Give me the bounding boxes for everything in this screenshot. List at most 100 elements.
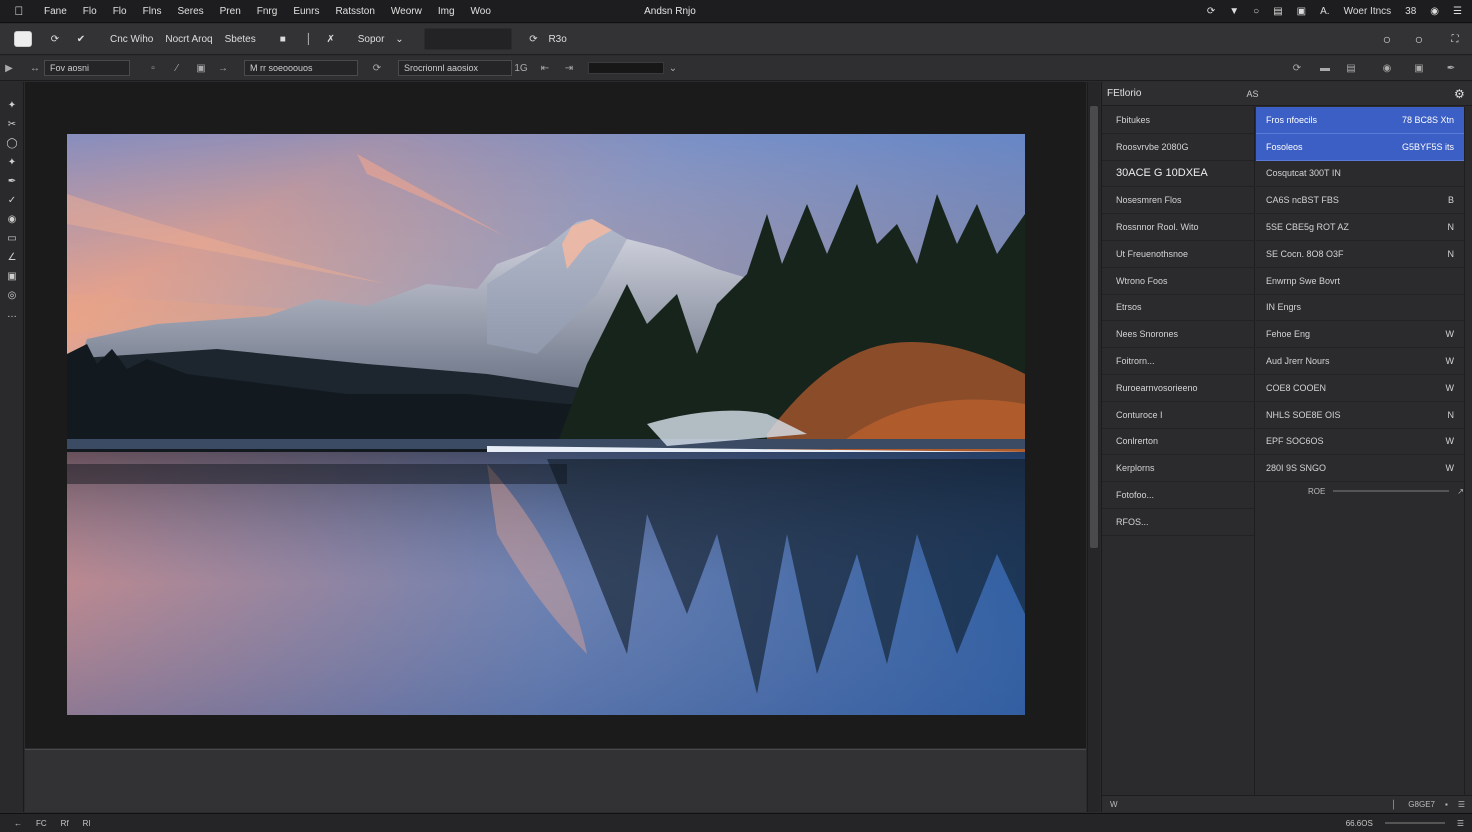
list-item[interactable]: Wtrono Foos	[1102, 268, 1254, 295]
toolbar-label-3[interactable]: Sbetes	[221, 28, 260, 50]
menu-item-6[interactable]: Pren	[220, 6, 241, 17]
property-row-selected[interactable]: Fosoleos G5BYF5S its	[1256, 133, 1464, 161]
status-arrow-icon[interactable]: ←	[14, 819, 22, 828]
refresh-button[interactable]: ⟳	[44, 28, 66, 50]
opt-arrow-icon[interactable]: →	[214, 63, 232, 74]
dropdown-chevron-icon[interactable]: ⌄	[388, 28, 410, 50]
property-row[interactable]: SE Cocn. 8O8 O3F N	[1256, 241, 1464, 268]
pen-button[interactable]: ✔	[70, 28, 92, 50]
toolbar-label-5[interactable]: R3o	[544, 28, 570, 50]
menu-item-8[interactable]: Eunrs	[293, 6, 319, 17]
wand-tool-icon[interactable]: ✦	[0, 153, 24, 172]
opt-number[interactable]: 1G	[512, 63, 530, 74]
gear-icon[interactable]: ⚙	[1454, 88, 1466, 100]
toolbar-label-4[interactable]: Sopor	[354, 28, 389, 50]
property-row[interactable]: Fehoe Eng W	[1256, 321, 1464, 349]
menu-item-10[interactable]: Weorw	[391, 6, 422, 17]
list-item[interactable]: Fotofoo...	[1102, 482, 1254, 509]
menu-item-2[interactable]: Flo	[83, 6, 97, 17]
property-row[interactable]: Aud Jrerr Nours W	[1256, 348, 1464, 375]
divider-button[interactable]: │	[298, 28, 320, 50]
list-item[interactable]: Etrsos	[1102, 295, 1254, 322]
lasso-tool-icon[interactable]: ◯	[0, 134, 24, 153]
scrollbar-thumb[interactable]	[1090, 106, 1098, 548]
window-icon[interactable]: ▤	[1273, 6, 1282, 17]
list-item[interactable]: Nees Snorones	[1102, 321, 1254, 349]
vertical-scrollbar[interactable]	[1087, 82, 1100, 812]
list-item[interactable]: Kerplorns	[1102, 455, 1254, 483]
status-menu-icon[interactable]: ☰	[1457, 819, 1464, 828]
menu-item-12[interactable]: Woo	[471, 6, 491, 17]
opt-window-icon[interactable]: ▤	[1342, 63, 1360, 74]
brush-tool-icon[interactable]: ✒	[0, 172, 24, 191]
circle-button-2[interactable]: ○	[1408, 28, 1430, 50]
property-row[interactable]: IN Engrs	[1256, 295, 1464, 322]
footer-menu-icon[interactable]: ☰	[1458, 800, 1465, 809]
property-row[interactable]: Enwrnp Swe Bovrt	[1256, 268, 1464, 295]
opt-align-icon[interactable]: ⇤	[536, 63, 554, 74]
circle-icon[interactable]: ○	[1253, 6, 1259, 17]
opt-distribute-icon[interactable]: ⇥	[560, 63, 578, 74]
opt-small-icon-1[interactable]: ▫	[144, 63, 162, 74]
menu-item-4[interactable]: Flns	[143, 6, 162, 17]
zoom-slider[interactable]	[1384, 822, 1445, 824]
property-row[interactable]: NHLS SOE8E OIS N	[1256, 402, 1464, 429]
canvas-area[interactable]	[25, 82, 1086, 748]
property-row[interactable]: 5SE CBE5g ROT AZ N	[1256, 214, 1464, 241]
panel-slider[interactable]: ROE ↗	[1256, 482, 1464, 500]
menu-item-9[interactable]: Ratsston	[335, 6, 374, 17]
opt-layers-icon[interactable]: ▣	[1410, 63, 1428, 74]
opt-target-icon[interactable]: ◉	[1378, 63, 1396, 74]
sync-icon[interactable]: ⟳	[1207, 6, 1215, 17]
circle-button-1[interactable]: ○	[1376, 28, 1398, 50]
list-item[interactable]: Foitrorn...	[1102, 348, 1254, 375]
list-item[interactable]: Conturoce I	[1102, 402, 1254, 429]
menu-item-7[interactable]: Fnrg	[257, 6, 278, 17]
menu-item-3[interactable]: Flo	[113, 6, 127, 17]
slider-track[interactable]	[1333, 490, 1450, 493]
property-row[interactable]: COE8 COOEN W	[1256, 375, 1464, 402]
crop-tool-icon[interactable]: ✂	[0, 115, 24, 134]
property-row[interactable]: CA6S ncBST FBS B	[1256, 187, 1464, 215]
opt-link-icon[interactable]: ⟳	[1288, 63, 1306, 74]
list-item[interactable]: Fbitukes	[1102, 107, 1254, 134]
list-item[interactable]: Rossnnor Rool. Wito	[1102, 214, 1254, 241]
options-color-swatch[interactable]	[588, 62, 664, 74]
property-row-selected[interactable]: Fros nfoecils 78 BC8S Xtn	[1256, 107, 1464, 134]
property-row[interactable]: Cosqutcat 300T IN	[1256, 161, 1464, 188]
pen-tool-icon[interactable]: ∠	[0, 248, 24, 267]
options-field-2[interactable]: M rr soeooouos	[244, 60, 358, 76]
apple-icon[interactable]: 	[12, 4, 26, 18]
opt-brush-icon[interactable]: ✒	[1442, 63, 1460, 74]
display-icon[interactable]: ▣	[1297, 6, 1306, 17]
opt-dash-icon[interactable]: ▬	[1316, 63, 1334, 74]
menu-item-5[interactable]: Seres	[178, 6, 204, 17]
resize-icon[interactable]: ↗	[1457, 487, 1464, 496]
swap-icon[interactable]: ↔	[26, 63, 44, 74]
brush-button[interactable]: ✗	[320, 28, 342, 50]
status-item-3[interactable]: Rl	[83, 819, 91, 828]
expand-button[interactable]: ⛶	[1444, 28, 1466, 50]
toolbar-label-1[interactable]: Cnc Wiho	[106, 28, 157, 50]
list-item[interactable]: Nosesmren Flos	[1102, 187, 1254, 215]
document-button[interactable]	[10, 28, 36, 50]
status-text-b[interactable]: Woer Itncs	[1344, 6, 1392, 17]
menu-item-1[interactable]: Fane	[44, 6, 67, 17]
list-item[interactable]: RFOS...	[1102, 509, 1254, 536]
move-tool-icon[interactable]: ✦	[0, 96, 24, 115]
opt-refresh-icon[interactable]: ⟳	[368, 63, 386, 74]
list-item[interactable]: Ruroearnvosorieeno	[1102, 375, 1254, 402]
stamp-tool-icon[interactable]: ◉	[0, 210, 24, 229]
footer-trash-icon[interactable]: ▪	[1445, 800, 1448, 809]
status-item-1[interactable]: FC	[36, 819, 47, 828]
text-tool-icon[interactable]: ▣	[0, 267, 24, 286]
control-center-icon[interactable]: ◉	[1430, 6, 1439, 17]
filter-icon[interactable]: ▼	[1229, 6, 1239, 17]
toolbar-color-field[interactable]	[424, 28, 513, 50]
menu-icon[interactable]: ☰	[1453, 6, 1462, 17]
opt-frame-icon[interactable]: ▣	[192, 63, 210, 74]
list-item[interactable]: Roosvrvbe 2080G	[1102, 134, 1254, 161]
property-row[interactable]: 280I 9S SNGO W	[1256, 455, 1464, 483]
more-tools-icon[interactable]: …	[0, 305, 24, 324]
property-row[interactable]: EPF SOC6OS W	[1256, 429, 1464, 456]
